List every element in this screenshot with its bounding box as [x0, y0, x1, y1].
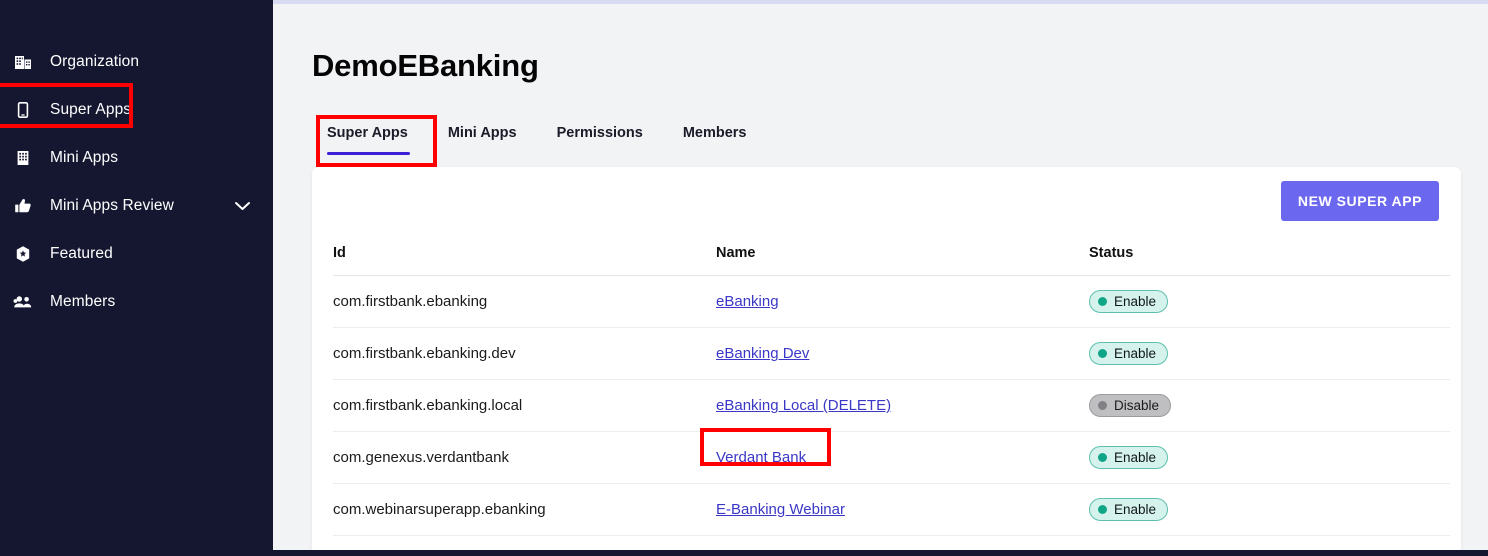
status-label: Disable — [1114, 397, 1160, 413]
chevron-down-icon[interactable] — [234, 201, 251, 212]
status-badge: Enable — [1089, 342, 1169, 365]
super-app-link[interactable]: eBanking Local (DELETE) — [716, 397, 891, 414]
building-icon — [9, 53, 36, 71]
table-header-row: Id Name Status — [333, 239, 1450, 276]
table-row[interactable]: com.firstbank.ebanking eBanking Enable — [333, 275, 1450, 328]
status-label: Enable — [1114, 293, 1157, 309]
status-badge: Enable — [1089, 290, 1169, 313]
cell-status: Enable — [1089, 483, 1450, 536]
status-badge: Enable — [1089, 446, 1169, 469]
status-dot-icon — [1098, 401, 1107, 410]
table-row[interactable]: com.firstbank.ebanking.dev eBanking Dev … — [333, 327, 1450, 380]
cell-status: Enable — [1089, 431, 1450, 484]
status-badge: Disable — [1089, 394, 1172, 417]
tab-bar: Super Apps Mini Apps Permissions Members — [312, 119, 767, 163]
status-dot-icon — [1098, 453, 1107, 462]
mobile-phone-icon — [9, 101, 36, 119]
sidebar-item-organization[interactable]: Organization — [0, 38, 273, 86]
tab-label: Mini Apps — [447, 125, 517, 141]
super-app-link[interactable]: E-Banking Webinar — [716, 501, 845, 518]
sidebar-item-members[interactable]: Members — [0, 278, 273, 326]
cell-status: Enable — [1089, 275, 1450, 328]
cell-status: Disable — [1089, 379, 1450, 432]
sidebar-item-label: Organization — [50, 53, 140, 70]
sidebar-item-label: Super Apps — [50, 101, 132, 118]
app-root: Organization Super Apps Mini Apps Mini A… — [0, 0, 1488, 556]
cell-id: com.genexus.verdantbank — [333, 431, 716, 484]
main-content: DemoEBanking Super Apps Mini Apps Permis… — [273, 0, 1488, 556]
sidebar-item-label: Mini Apps — [50, 149, 119, 166]
badge-star-icon — [9, 245, 36, 263]
table-head: Id Name Status — [333, 239, 1450, 276]
status-badge: Enable — [1089, 498, 1169, 521]
sidebar-item-mini-apps[interactable]: Mini Apps — [0, 134, 273, 182]
tab-label: Members — [682, 125, 747, 141]
tab-active-underline — [327, 152, 410, 155]
cell-name: eBanking Dev — [716, 327, 1089, 380]
status-dot-icon — [1098, 297, 1107, 306]
new-super-app-button[interactable]: NEW SUPER APP — [1280, 181, 1439, 221]
status-dot-icon — [1098, 505, 1107, 514]
status-dot-icon — [1098, 349, 1107, 358]
status-label: Enable — [1114, 501, 1157, 517]
grid-building-icon — [9, 149, 36, 167]
super-apps-table: Id Name Status com.firstbank.ebanking eB… — [333, 239, 1450, 536]
sidebar-item-label: Members — [50, 293, 116, 310]
tab-label: Super Apps — [327, 125, 408, 141]
column-header-name: Name — [716, 239, 1089, 276]
super-apps-card: NEW SUPER APP Id Name Status com.firstba… — [312, 167, 1461, 556]
thumbs-up-icon — [9, 197, 36, 215]
sidebar-item-label: Featured — [50, 245, 113, 262]
sidebar: Organization Super Apps Mini Apps Mini A… — [0, 0, 273, 550]
column-header-id: Id — [333, 239, 716, 276]
status-label: Enable — [1114, 345, 1157, 361]
cell-id: com.webinarsuperapp.ebanking — [333, 483, 716, 536]
super-app-link[interactable]: Verdant Bank — [716, 449, 806, 466]
super-app-link[interactable]: eBanking — [716, 293, 779, 310]
cell-name: E-Banking Webinar — [716, 483, 1089, 536]
tab-mini-apps[interactable]: Mini Apps — [428, 119, 537, 141]
sidebar-item-label: Mini Apps Review — [50, 197, 174, 214]
sidebar-nav-list: Organization Super Apps Mini Apps Mini A… — [0, 38, 273, 326]
table-row[interactable]: com.webinarsuperapp.ebanking E-Banking W… — [333, 483, 1450, 536]
bottom-scrollbar[interactable] — [0, 550, 1488, 556]
people-group-icon — [9, 293, 36, 311]
cell-name: eBanking Local (DELETE) — [716, 379, 1089, 432]
cell-name: eBanking — [716, 275, 1089, 328]
tab-members[interactable]: Members — [663, 119, 767, 141]
table-row[interactable]: com.genexus.verdantbank Verdant Bank Ena… — [333, 431, 1450, 484]
table-body: com.firstbank.ebanking eBanking Enable c… — [333, 275, 1450, 536]
table-row[interactable]: com.firstbank.ebanking.local eBanking Lo… — [333, 379, 1450, 432]
bottom-scrollbar-thumb[interactable] — [0, 550, 273, 556]
tab-label: Permissions — [556, 125, 643, 141]
super-app-link[interactable]: eBanking Dev — [716, 345, 809, 362]
sidebar-item-mini-apps-review[interactable]: Mini Apps Review — [0, 182, 273, 230]
cell-id: com.firstbank.ebanking.local — [333, 379, 716, 432]
sidebar-item-featured[interactable]: Featured — [0, 230, 273, 278]
tab-permissions[interactable]: Permissions — [537, 119, 663, 141]
cell-status: Enable — [1089, 327, 1450, 380]
page-title: DemoEBanking — [312, 48, 539, 83]
cell-id: com.firstbank.ebanking — [333, 275, 716, 328]
sidebar-item-super-apps[interactable]: Super Apps — [0, 86, 273, 134]
card-toolbar: NEW SUPER APP — [312, 167, 1461, 239]
status-label: Enable — [1114, 449, 1157, 465]
tab-super-apps[interactable]: Super Apps — [312, 119, 428, 155]
cell-id: com.firstbank.ebanking.dev — [333, 327, 716, 380]
top-accent-strip — [273, 0, 1488, 4]
cell-name: Verdant Bank — [716, 431, 1089, 484]
column-header-status: Status — [1089, 239, 1450, 276]
